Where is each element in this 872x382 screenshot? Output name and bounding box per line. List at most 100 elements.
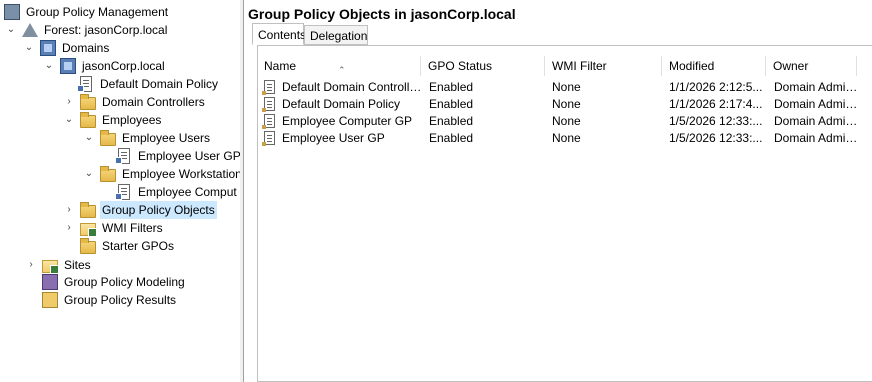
gpo-link-icon xyxy=(115,148,130,164)
chevron-down-icon[interactable]: ⌄ xyxy=(84,165,94,183)
tree-root-gpm[interactable]: Group Policy Management xyxy=(4,3,170,21)
tree-item-domain-controllers[interactable]: Domain Controllers xyxy=(80,93,207,111)
chevron-down-icon[interactable]: ⌄ xyxy=(6,21,16,39)
tree-label: Employee Comput xyxy=(138,185,237,199)
tree-label: jasonCorp.local xyxy=(82,59,165,73)
results-icon xyxy=(42,292,58,308)
tree-item-employee-workstations[interactable]: Employee Workstation xyxy=(100,165,241,183)
cell-name: Employee User GP xyxy=(282,131,385,145)
chevron-down-icon[interactable]: ⌄ xyxy=(44,57,54,75)
tree-item-employee-users[interactable]: Employee Users xyxy=(100,129,212,147)
gpo-link-icon xyxy=(77,76,92,92)
tree-item-group-policy-objects[interactable]: Group Policy Objects xyxy=(80,201,217,219)
tree-label: Starter GPOs xyxy=(102,239,175,253)
tree-item-employee-computer-gp[interactable]: Employee Comput xyxy=(115,183,239,201)
cell-modified: 1/5/2026 12:33:... xyxy=(669,131,763,145)
cell-name: Employee Computer GP xyxy=(282,114,413,128)
sort-ascending-icon: ⌃ xyxy=(338,65,346,75)
table-row[interactable]: Default Domain Policy Enabled None 1/1/2… xyxy=(262,96,864,113)
cell-owner: Domain Admin... xyxy=(774,131,862,145)
cell-owner: Domain Admin... xyxy=(774,80,862,94)
sites-icon xyxy=(42,259,59,274)
tree-item-employees[interactable]: Employees xyxy=(80,111,163,129)
cell-name: Default Domain Policy xyxy=(282,97,401,111)
tree-label: Group Policy Results xyxy=(64,293,177,307)
tree-item-wmi-filters[interactable]: WMI Filters xyxy=(80,219,165,237)
gpo-icon xyxy=(262,131,275,146)
tree-label: Employees xyxy=(102,113,162,127)
chevron-down-icon[interactable]: ⌄ xyxy=(24,39,34,57)
column-header-name[interactable]: Name ⌃ xyxy=(258,56,421,76)
tree-label: Domains xyxy=(62,41,110,55)
column-header-gpo-status[interactable]: GPO Status xyxy=(422,56,545,76)
modeling-icon xyxy=(42,274,58,290)
column-header-wmi-filter[interactable]: WMI Filter xyxy=(546,56,662,76)
cell-modified: 1/5/2026 12:33:... xyxy=(669,114,763,128)
console-tree[interactable]: Group Policy Management ⌄ Forest: jasonC… xyxy=(0,0,241,382)
chevron-right-icon[interactable]: › xyxy=(64,201,74,219)
chevron-right-icon[interactable]: › xyxy=(64,219,74,237)
cell-gpo-status: Enabled xyxy=(429,80,474,94)
cell-modified: 1/1/2026 2:12:5... xyxy=(669,80,763,94)
cell-modified: 1/1/2026 2:17:4... xyxy=(669,97,763,111)
cell-wmi-filter: None xyxy=(552,80,581,94)
tab-delegation[interactable]: Delegation xyxy=(304,25,368,45)
tree-label: Employee User GP xyxy=(138,149,241,163)
tree-item-results[interactable]: Group Policy Results xyxy=(42,291,178,309)
tree-item-sites[interactable]: Sites xyxy=(42,256,93,274)
chevron-right-icon[interactable]: › xyxy=(26,256,36,274)
domain-icon xyxy=(60,58,76,74)
tree-label: Group Policy Management xyxy=(26,5,169,19)
wmi-filter-folder-icon xyxy=(80,222,97,237)
gpo-list-view[interactable]: Name ⌃ GPO Status WMI Filter Modified Ow… xyxy=(257,45,872,382)
column-label: Name xyxy=(264,59,297,73)
ou-folder-icon xyxy=(80,111,96,128)
table-row[interactable]: Default Domain Controllers ... Enabled N… xyxy=(262,79,864,96)
tree-label: Default Domain Policy xyxy=(100,77,219,91)
gpo-icon xyxy=(262,114,275,129)
column-header-owner[interactable]: Owner xyxy=(767,56,857,76)
table-row[interactable]: Employee User GP Enabled None 1/5/2026 1… xyxy=(262,130,864,147)
gpm-console-icon xyxy=(4,4,20,20)
chevron-down-icon[interactable]: ⌄ xyxy=(84,129,94,147)
gpo-icon xyxy=(262,97,275,112)
tree-item-default-domain-policy[interactable]: Default Domain Policy xyxy=(77,75,220,93)
tree-label: Forest: jasonCorp.local xyxy=(44,23,168,37)
tree-label: Sites xyxy=(64,258,91,272)
ou-folder-icon xyxy=(100,129,116,146)
cell-wmi-filter: None xyxy=(552,114,581,128)
cell-gpo-status: Enabled xyxy=(429,114,474,128)
chevron-down-icon[interactable]: ⌄ xyxy=(64,111,74,129)
gpo-folder-icon xyxy=(80,201,96,218)
tree-item-forest[interactable]: Forest: jasonCorp.local xyxy=(22,21,169,39)
tree-item-starter-gpos[interactable]: Starter GPOs xyxy=(80,237,176,255)
forest-icon xyxy=(22,23,38,37)
page-title: Group Policy Objects in jasonCorp.local xyxy=(248,6,516,22)
column-header-modified[interactable]: Modified xyxy=(663,56,766,76)
tree-item-modeling[interactable]: Group Policy Modeling xyxy=(42,273,187,291)
ou-folder-icon xyxy=(80,93,96,110)
table-row[interactable]: Employee Computer GP Enabled None 1/5/20… xyxy=(262,113,864,130)
gpo-link-icon xyxy=(115,184,130,200)
tree-item-domain[interactable]: jasonCorp.local xyxy=(60,57,167,75)
cell-name: Default Domain Controllers ... xyxy=(282,80,422,94)
tree-label: Group Policy Objects xyxy=(100,201,217,219)
chevron-right-icon[interactable]: › xyxy=(64,93,74,111)
starter-gpo-folder-icon xyxy=(80,237,96,254)
gpo-icon xyxy=(262,80,275,95)
tree-item-domains[interactable]: Domains xyxy=(40,39,111,57)
cell-owner: Domain Admin... xyxy=(774,97,862,111)
domains-icon xyxy=(40,40,56,56)
tree-label: Domain Controllers xyxy=(102,95,205,109)
tree-item-employee-user-gp[interactable]: Employee User GP xyxy=(115,147,241,165)
tree-label: Group Policy Modeling xyxy=(64,275,185,289)
cell-wmi-filter: None xyxy=(552,97,581,111)
cell-wmi-filter: None xyxy=(552,131,581,145)
tab-contents[interactable]: Contents xyxy=(252,23,306,45)
tree-label: Employee Users xyxy=(122,131,211,145)
details-pane: Group Policy Objects in jasonCorp.local … xyxy=(244,0,872,382)
cell-gpo-status: Enabled xyxy=(429,97,474,111)
tree-label: Employee Workstation xyxy=(122,167,241,181)
cell-gpo-status: Enabled xyxy=(429,131,474,145)
tree-label: WMI Filters xyxy=(102,221,163,235)
